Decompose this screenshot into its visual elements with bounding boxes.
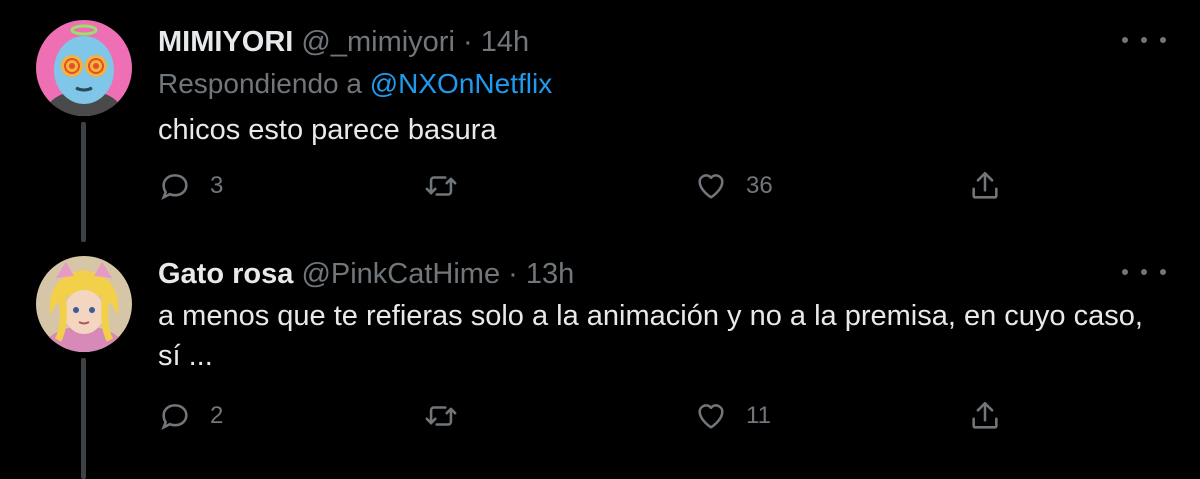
share-icon (972, 171, 998, 199)
display-name[interactable]: Gato rosa (158, 258, 293, 290)
avatar[interactable] (36, 256, 132, 352)
replying-to: Respondiendo a @NXOnNetflix (158, 68, 552, 100)
display-name[interactable]: MIMIYORI (158, 26, 293, 58)
more-button[interactable] (1122, 262, 1166, 282)
reply-count: 3 (210, 172, 224, 199)
timestamp[interactable]: 13h (526, 258, 574, 290)
more-icon (1122, 269, 1128, 275)
reply-button[interactable]: 2 (158, 396, 223, 436)
user-handle[interactable]: @PinkCatHime (301, 258, 500, 290)
tweet-text: chicos esto parece basura (158, 114, 497, 146)
retweet-icon (425, 406, 457, 426)
more-button[interactable] (1122, 30, 1166, 50)
separator: · (462, 26, 473, 58)
share-button[interactable] (968, 396, 1002, 436)
tweet[interactable]: MIMIYORI @_mimiyori · 14h Respondiendo a… (0, 0, 1200, 242)
tweet-header: MIMIYORI @_mimiyori · 14h (158, 26, 529, 59)
reply-icon (161, 404, 188, 430)
like-icon (698, 174, 724, 199)
avatar[interactable] (36, 20, 132, 116)
like-button[interactable]: 36 (694, 166, 773, 206)
mention-link[interactable]: @NXOnNetflix (370, 68, 552, 99)
user-handle[interactable]: @_mimiyori (301, 26, 455, 58)
replying-prefix: Respondiendo a (158, 68, 362, 99)
share-button[interactable] (968, 166, 1002, 206)
like-count: 36 (746, 172, 773, 199)
tweet[interactable]: Gato rosa @PinkCatHime · 13h a menos que… (0, 240, 1200, 479)
tweet-text: a menos que te refieras solo a la animac… (158, 300, 1143, 372)
share-icon (972, 401, 998, 429)
tweet-actions: 3 36 (0, 166, 1200, 206)
like-count: 11 (746, 402, 771, 429)
like-icon (698, 404, 724, 429)
retweet-icon (425, 176, 457, 196)
separator: · (508, 258, 518, 290)
like-button[interactable]: 11 (694, 396, 771, 436)
reply-button[interactable]: 3 (158, 166, 223, 206)
reply-count: 2 (210, 402, 224, 429)
tweet-actions: 2 11 (0, 396, 1200, 436)
retweet-button[interactable] (424, 396, 476, 436)
reply-icon (161, 174, 188, 200)
more-icon (1122, 37, 1128, 43)
retweet-button[interactable] (424, 166, 476, 206)
tweet-header: Gato rosa @PinkCatHime · 13h (158, 258, 574, 291)
timestamp[interactable]: 14h (481, 26, 529, 58)
